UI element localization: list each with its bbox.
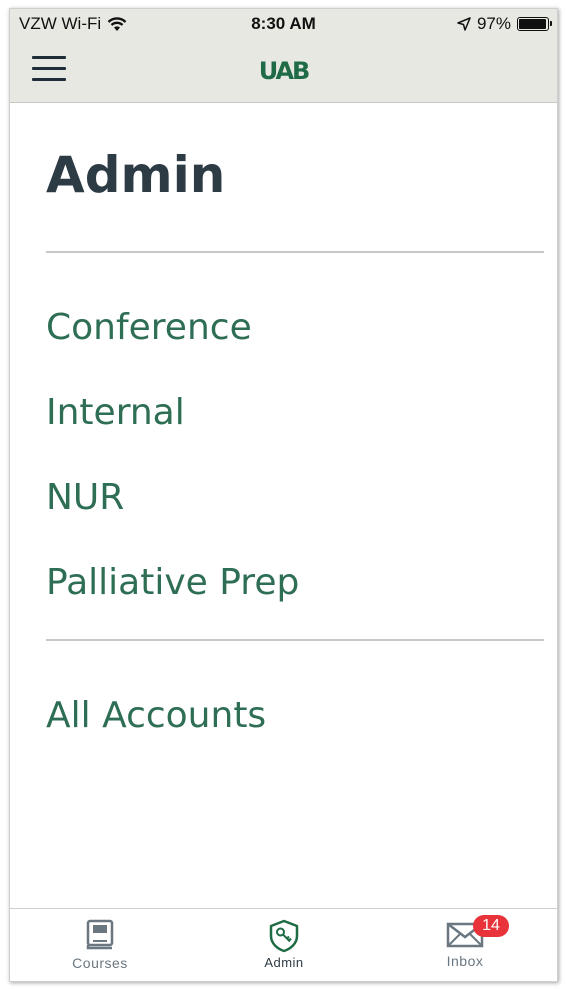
tab-admin[interactable]: Admin (224, 909, 344, 981)
account-list: Conference Internal NUR Palliative Prep (46, 307, 544, 647)
account-item-conference[interactable]: Conference (46, 307, 544, 392)
tab-inbox-label: Inbox (446, 953, 484, 969)
account-item-palliative-prep[interactable]: Palliative Prep (46, 562, 544, 647)
tab-courses[interactable]: Courses (40, 909, 160, 981)
divider (46, 251, 544, 253)
battery-icon (517, 17, 552, 31)
divider (46, 639, 544, 641)
unread-badge: 14 (473, 915, 509, 937)
status-bar: VZW Wi-Fi 8:30 AM 97% (10, 9, 557, 39)
tab-courses-label: Courses (72, 955, 128, 971)
account-item-internal[interactable]: Internal (46, 392, 544, 477)
tab-bar: Courses Admin Inbox 14 (10, 908, 557, 981)
phone-screen: VZW Wi-Fi 8:30 AM 97% UAB Admin Conferen… (9, 8, 558, 982)
tab-admin-label: Admin (264, 955, 304, 970)
tab-inbox[interactable]: Inbox 14 (405, 909, 525, 981)
account-item-nur[interactable]: NUR (46, 477, 544, 562)
main-content: Admin Conference Internal NUR Palliative… (46, 102, 544, 736)
page-title: Admin (46, 146, 226, 204)
battery-percent: 97% (476, 14, 511, 33)
all-accounts-link[interactable]: All Accounts (46, 695, 544, 736)
book-icon (86, 919, 114, 950)
status-right-group: 97% (457, 14, 552, 34)
uab-logo: UAB (258, 57, 311, 85)
location-arrow-icon (457, 17, 471, 31)
shield-key-icon (269, 919, 299, 953)
navigation-bar: UAB (10, 39, 557, 103)
